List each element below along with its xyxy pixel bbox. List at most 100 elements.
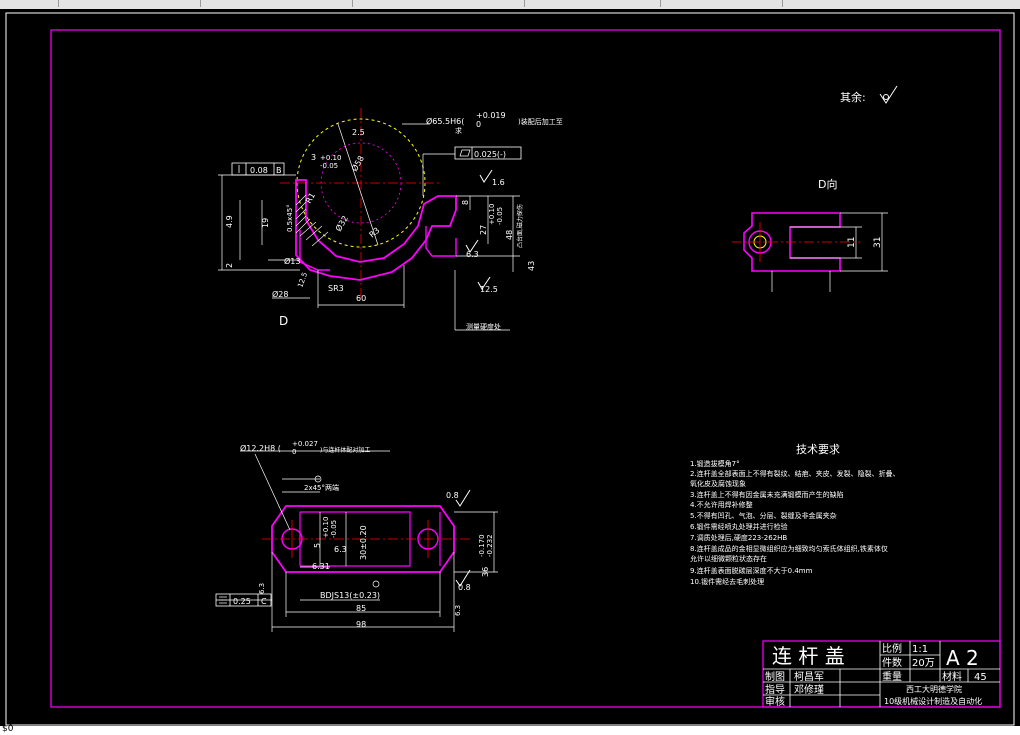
- dim-98: 98: [356, 620, 366, 629]
- bore-tol-upper: +0.019: [476, 111, 506, 120]
- tech-req-item: 允许以细微颗粒状态存在: [690, 554, 767, 563]
- supervisor-name: 邓修瑾: [794, 683, 824, 696]
- dim-6-3: 6.3: [334, 545, 347, 554]
- hole-tol-upper: +0.027: [292, 440, 318, 448]
- dim-19: 19: [261, 218, 270, 228]
- bore-tol-lower: 0: [476, 120, 481, 129]
- rough-6-3-b: 6.3: [454, 605, 462, 616]
- dim-48: 48: [505, 230, 514, 240]
- dim-36: 36: [481, 567, 490, 577]
- dim-8: 8: [461, 200, 470, 205]
- dim-11: 11: [847, 237, 857, 248]
- dim-60: 60: [356, 294, 366, 303]
- toolbar-segment[interactable]: [528, 0, 661, 7]
- view-d-direction: D向 11 31: [732, 177, 888, 292]
- drawn-name: 柯昌军: [794, 670, 824, 683]
- toolbar-segment[interactable]: [0, 0, 59, 7]
- dim-27: 27: [479, 225, 488, 235]
- outer-frame: [5, 12, 1015, 726]
- tech-req-item: 9.连杆盖表面脱碳层深度不大于0.4mm: [690, 566, 813, 575]
- status-text: $0: [2, 724, 14, 734]
- rough-12-5: 12.5: [480, 285, 498, 294]
- sheet-size: A 2: [946, 646, 979, 670]
- symmetry-tol: 0.25: [233, 597, 251, 606]
- side-note: 凸台面,磁力探伤: [516, 204, 524, 248]
- school-name: 西工大明德学院: [906, 684, 962, 694]
- bore-note-2: 求: [455, 126, 462, 135]
- tech-req-item: 5.不得有凹孔、气泡、分层、裂缝及非金属夹杂: [690, 511, 837, 520]
- dim-4-9: 4.9: [225, 215, 234, 228]
- drawing-border: [50, 29, 1001, 708]
- dim-3: 3: [311, 153, 316, 162]
- weight-label: 重量: [882, 670, 902, 683]
- rough-0-8-b: 0.8: [458, 583, 471, 592]
- datum-c: C: [261, 597, 267, 606]
- drawing-canvas[interactable]: 其余: 0.08 B 0.025(-) Ø65.5H6(+0.019 0)装…: [0, 9, 1020, 726]
- tech-req-item: 8.连杆盖成品的金相显微组织应为细致均匀索氏体组织,铁素体仅: [690, 544, 888, 553]
- flatness-icon: [459, 149, 471, 157]
- tech-req-item: 3.连杆盖上不得有因金属未充满锻模而产生的缺陷: [690, 490, 844, 499]
- supervisor-label: 指导: [765, 683, 785, 696]
- scale-label: 比例: [882, 642, 902, 655]
- dim-5-lower: -0.05: [330, 520, 338, 538]
- tech-req-item: 2.连杆盖全部表面上不得有裂纹、结疤、夹皮、发裂、隐裂、折叠、: [690, 469, 900, 478]
- dim-sr3: SR3: [328, 284, 344, 293]
- dim-36-upper: -0.170: [478, 534, 486, 557]
- dim-5: 5: [313, 543, 322, 548]
- dim-5-upper: +0.10: [322, 517, 330, 538]
- dim-31: 31: [873, 237, 883, 248]
- dim-r3: R3: [368, 226, 382, 240]
- dim-bdjs: BDJS13(±0.23): [320, 591, 380, 600]
- toolbar-segment[interactable]: [202, 0, 353, 7]
- dim-3-lower: -0.05: [320, 162, 338, 170]
- material-label: 材料: [942, 670, 962, 683]
- cad-drawing: 其余: 0.08 B 0.025(-) Ø65.5H6(+0.019 0)装…: [5, 12, 1015, 726]
- hole-tol-lower: 0: [292, 448, 296, 456]
- class-name: 10级机械设计制造及自动化: [884, 696, 982, 706]
- datum-b: B: [276, 166, 282, 175]
- hole-dim: Ø12.2H8 (: [240, 443, 281, 453]
- perpendicularity-tol: 0.08: [250, 166, 268, 175]
- review-label: 审核: [765, 695, 785, 708]
- dim-36-lower: -0.232: [486, 534, 494, 557]
- rough-1-6: 1.6: [492, 178, 505, 187]
- view-bottom: 0.25 C Ø12.2H8 ( +0.027 0 )与连杆体配对加工 2x45…: [215, 440, 498, 632]
- dim-27-upper: +0.10: [488, 204, 496, 225]
- tech-req-list: 1.锻造拔模角7° 2.连杆盖全部表面上不得有裂纹、结疤、夹皮、发裂、隐裂、折叠…: [690, 459, 900, 586]
- toolbar-segment[interactable]: [356, 0, 525, 7]
- symmetry-icon: [219, 596, 227, 604]
- view-label-d: D: [279, 314, 288, 328]
- tech-req-item: 4.不允许用焊补修整: [690, 500, 753, 509]
- dim-6-31: 6.31: [312, 562, 330, 571]
- quantity-value: 20万: [912, 658, 935, 669]
- rough-12-5-b: 12.5: [296, 271, 309, 288]
- tech-req-item: 7.调质处理后,硬度223-262HB: [690, 533, 787, 542]
- rough-0-8: 0.8: [446, 491, 459, 500]
- bore-dim: Ø65.5H6(: [426, 116, 464, 126]
- tech-req-title: 技术要求: [796, 443, 840, 456]
- tech-req-item: 6.锻件需经喷丸处理并进行检验: [690, 522, 788, 531]
- material-value: 45: [974, 672, 987, 683]
- chamfer: 0.5x45°: [286, 204, 294, 232]
- dim-2: 2: [225, 263, 234, 268]
- toolbar-segment[interactable]: [60, 0, 201, 7]
- dim-3-upper: +0.10: [320, 154, 341, 162]
- view-front: 0.08 B 0.025(-) Ø65.5H6( +0.019 0 )装配后加工…: [218, 108, 563, 331]
- tech-req-item: 10.锻件需经去毛刺处理: [690, 577, 764, 586]
- quantity-label: 件数: [882, 656, 902, 669]
- dim-43: 43: [527, 261, 536, 271]
- dim-27-lower: -0.05: [496, 207, 504, 225]
- part-name: 连 杆 盖: [772, 644, 845, 668]
- hardness-note: 测量硬度处: [466, 322, 501, 331]
- flatness-tol: 0.025(-): [474, 150, 506, 159]
- dim-85: 85: [356, 604, 366, 613]
- rough-6-3: 6.3: [466, 250, 479, 259]
- status-bar: $0: [0, 724, 1020, 735]
- tech-req-item: 氧化皮及腐蚀现象: [690, 479, 746, 488]
- tech-req-item: 1.锻造拔模角7°: [690, 459, 740, 468]
- dim-30: 30±0.20: [359, 525, 368, 560]
- bore-note: )装配后加工至: [518, 117, 563, 126]
- rough-6-3-a: 6.3: [258, 583, 266, 594]
- toolbar-segment[interactable]: [664, 0, 783, 7]
- scale-value: 1:1: [912, 644, 928, 655]
